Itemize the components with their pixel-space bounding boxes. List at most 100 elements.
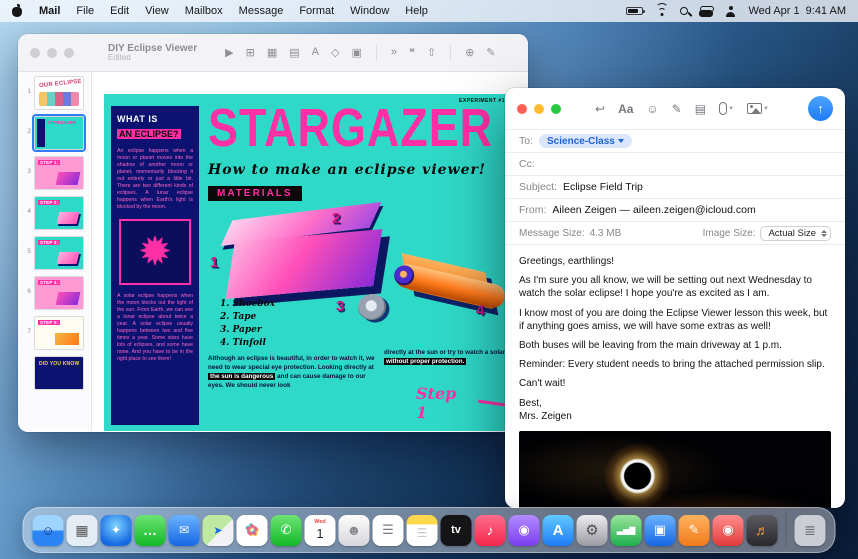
- menu-window[interactable]: Window: [350, 5, 389, 17]
- menu-view[interactable]: View: [145, 5, 169, 17]
- wifi-icon[interactable]: [655, 6, 668, 16]
- page-thumbnail-4[interactable]: STEP 2:: [34, 196, 84, 230]
- subject-field[interactable]: Subject: Eclipse Field Trip: [505, 176, 845, 199]
- document-canvas[interactable]: EXPERIMENT #11 WHAT IS AN ECLIPSE? An ec…: [92, 72, 528, 431]
- apple-menu-icon[interactable]: [12, 5, 23, 17]
- dock-launchpad[interactable]: ▦: [67, 515, 98, 546]
- calendar-day: Wed: [314, 520, 326, 526]
- format-text-button[interactable]: Aa: [618, 103, 633, 115]
- menu-file[interactable]: File: [76, 5, 94, 17]
- message-size-value: 4.3 MB: [590, 228, 622, 239]
- more-tools-button[interactable]: »: [391, 46, 397, 59]
- media-button[interactable]: ▣: [351, 46, 361, 59]
- send-button[interactable]: ↑: [808, 96, 833, 121]
- menu-app-name[interactable]: Mail: [39, 5, 60, 17]
- page-thumbnail-5[interactable]: STEP 3:: [34, 236, 84, 270]
- minimize-button[interactable]: [534, 104, 544, 114]
- format-button[interactable]: ✎: [486, 46, 495, 59]
- control-center-icon[interactable]: [700, 6, 713, 17]
- thumb-number: [20, 356, 31, 368]
- pages-titlebar[interactable]: DIY Eclipse Viewer Edited ▶ ⊞ ▦ ▤ A ◇ ▣ …: [18, 34, 528, 72]
- chart-button[interactable]: ▤: [289, 46, 299, 59]
- insert-photo-button[interactable]: ▼: [747, 103, 769, 114]
- dock-music[interactable]: ♪: [475, 515, 506, 546]
- material-number-2: 2: [332, 210, 340, 227]
- template-icon[interactable]: ▤: [695, 103, 706, 115]
- page-thumbnail-1[interactable]: OUR ECLIPSE: [34, 76, 84, 110]
- body-paragraph: I know most of you are doing the Eclipse…: [519, 307, 831, 333]
- dock-reminders[interactable]: ☰: [373, 515, 404, 546]
- materials-item: 1. Shoebox: [220, 298, 275, 311]
- dock-maps[interactable]: ➤: [203, 515, 234, 546]
- dock-calendar[interactable]: Wed 1: [305, 515, 336, 546]
- menu-help[interactable]: Help: [405, 5, 428, 17]
- minimize-button[interactable]: [47, 48, 57, 58]
- undo-icon[interactable]: ↩: [595, 103, 605, 115]
- dock-contacts[interactable]: ☻: [339, 515, 370, 546]
- recipient-token[interactable]: Science-Class: [539, 134, 632, 148]
- zoom-button[interactable]: [64, 48, 74, 58]
- image-size-value: Actual Size: [768, 228, 816, 239]
- dock-photos[interactable]: ✿: [237, 515, 268, 546]
- dock-mail[interactable]: ✉: [169, 515, 200, 546]
- body-paragraph: Both buses will be leaving from the main…: [519, 339, 831, 352]
- menu-edit[interactable]: Edit: [110, 5, 129, 17]
- shape-button[interactable]: ◇: [331, 46, 339, 59]
- dock-keynote[interactable]: ▣: [645, 515, 676, 546]
- dock-podcasts[interactable]: ◉: [509, 515, 540, 546]
- thumbnail-row: 2 STARGAZER: [20, 116, 87, 150]
- menu-message[interactable]: Message: [239, 5, 284, 17]
- page-thumbnail-3[interactable]: STEP 1:: [34, 156, 84, 190]
- share-button[interactable]: ⇧: [427, 46, 436, 59]
- dock-app-store[interactable]: A: [543, 515, 574, 546]
- emoji-icon[interactable]: ☺: [646, 103, 658, 115]
- dock-photo-booth[interactable]: ◉: [713, 515, 744, 546]
- text-button[interactable]: A: [312, 46, 319, 59]
- page-thumbnail-2-selected[interactable]: STARGAZER: [34, 116, 84, 150]
- comment-button[interactable]: ❝: [409, 46, 415, 59]
- dock-safari[interactable]: ✦: [101, 515, 132, 546]
- page-thumbnail-7[interactable]: STEP 5:: [34, 316, 84, 350]
- materials-item: 3. Paper: [220, 324, 275, 337]
- menu-format[interactable]: Format: [299, 5, 334, 17]
- markup-pen-icon[interactable]: ✎: [672, 103, 682, 115]
- attach-file-button[interactable]: ▼: [719, 102, 734, 115]
- battery-icon[interactable]: [626, 7, 643, 15]
- thumbnail-row: DID YOU KNOW: [20, 356, 87, 390]
- play-button[interactable]: ▶: [225, 46, 233, 59]
- page-thumbnail-8[interactable]: DID YOU KNOW: [34, 356, 84, 390]
- dock-trash[interactable]: ≣: [795, 515, 826, 546]
- dock-tv[interactable]: tv: [441, 515, 472, 546]
- close-button[interactable]: [30, 48, 40, 58]
- eclipse-photo-attachment[interactable]: [519, 431, 831, 508]
- message-body[interactable]: Greetings, earthlings! As I'm sure you a…: [505, 245, 845, 429]
- dock-garageband[interactable]: ♬: [747, 515, 778, 546]
- dock-finder[interactable]: ☺: [33, 515, 64, 546]
- dock-numbers[interactable]: ▃▅▇: [611, 515, 642, 546]
- insert-button[interactable]: ⊞: [246, 46, 255, 59]
- user-switch-icon[interactable]: [725, 6, 736, 17]
- dropdown-chevrons-icon: [821, 230, 827, 237]
- dock-system-settings[interactable]: ⚙: [577, 515, 608, 546]
- dock-pages[interactable]: ✎: [679, 515, 710, 546]
- menu-clock[interactable]: Wed Apr 1 9:41 AM: [748, 5, 846, 17]
- eclipse-intro-text: An eclipse happens when a moon or planet…: [117, 148, 193, 211]
- close-button[interactable]: [517, 104, 527, 114]
- mail-compose-window[interactable]: ↩ Aa ☺ ✎ ▤ ▼ ▼ ↑ To: Science-Class Cc: S…: [505, 88, 845, 508]
- attach-button[interactable]: ⊕: [465, 46, 474, 59]
- dock-notes[interactable]: ☰: [407, 515, 438, 546]
- to-field[interactable]: To: Science-Class: [505, 130, 845, 153]
- dock-messages[interactable]: …: [135, 515, 166, 546]
- dock-facetime[interactable]: ✆: [271, 515, 302, 546]
- zoom-button[interactable]: [551, 104, 561, 114]
- spotlight-search-icon[interactable]: [680, 7, 688, 15]
- image-size-dropdown[interactable]: Actual Size: [760, 226, 831, 241]
- page-thumbnail-6[interactable]: STEP 4:: [34, 276, 84, 310]
- pages-window[interactable]: DIY Eclipse Viewer Edited ▶ ⊞ ▦ ▤ A ◇ ▣ …: [18, 34, 528, 432]
- from-field[interactable]: From: Aileen Zeigen — aileen.zeigen@iclo…: [505, 199, 845, 222]
- table-button[interactable]: ▦: [267, 46, 277, 59]
- menu-mailbox[interactable]: Mailbox: [185, 5, 223, 17]
- step-1-callout: Step 1: [416, 384, 512, 422]
- poster-left-column: WHAT IS AN ECLIPSE? An eclipse happens w…: [111, 106, 199, 425]
- cc-field[interactable]: Cc:: [505, 153, 845, 176]
